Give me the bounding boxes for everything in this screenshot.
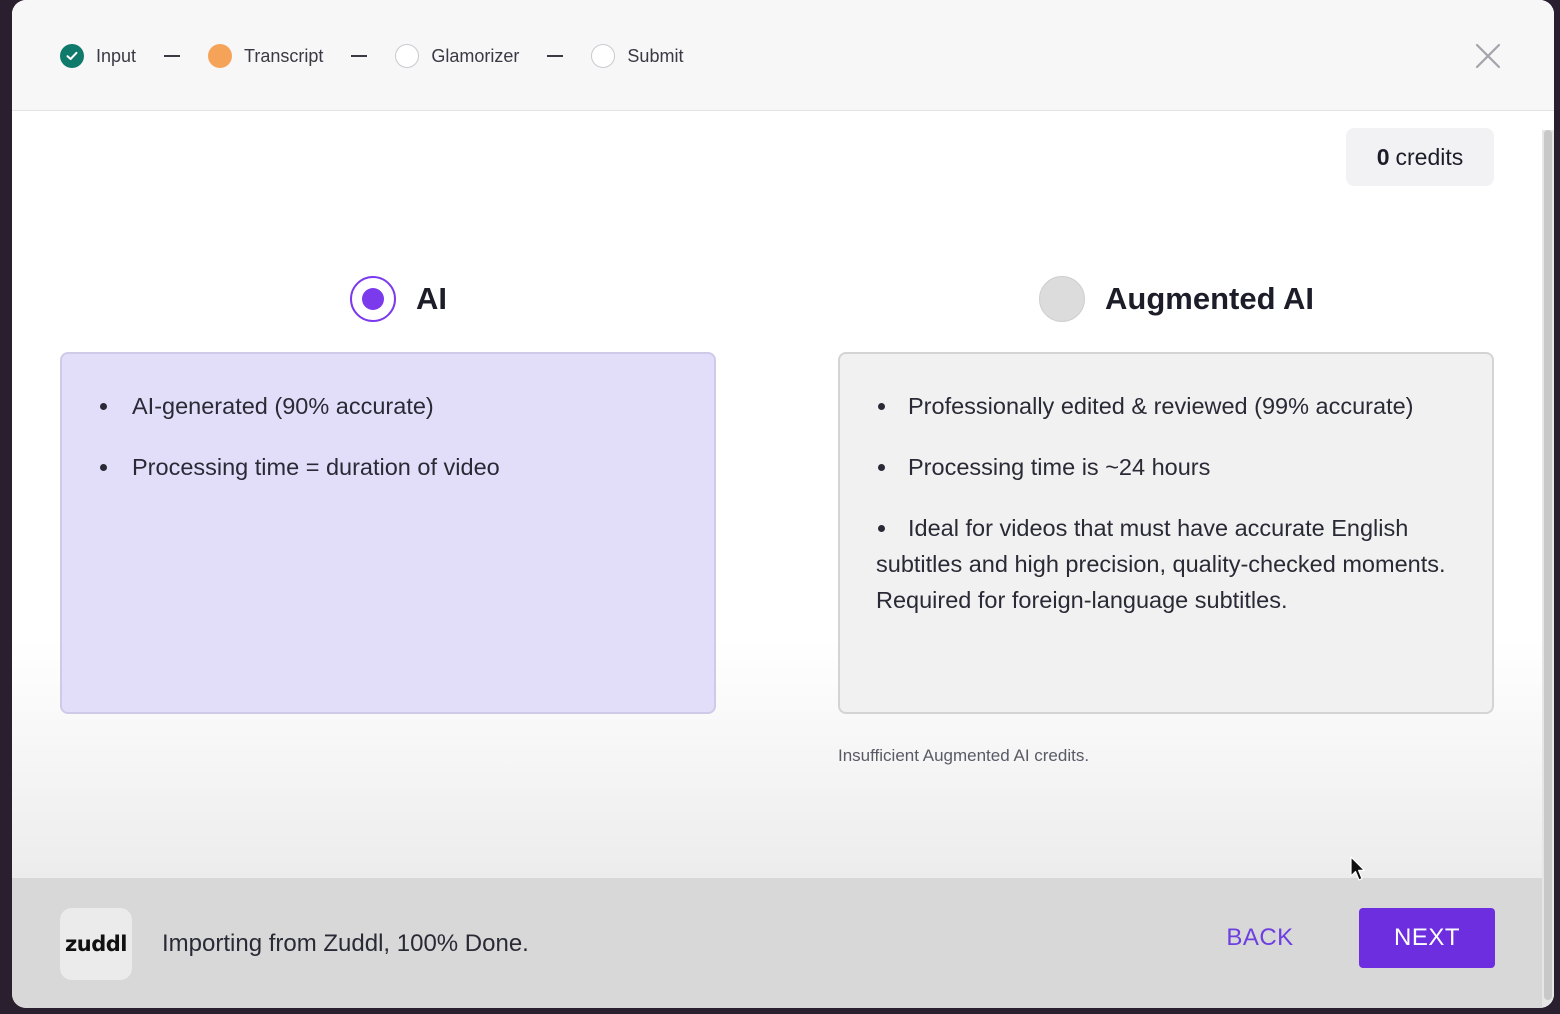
check-icon xyxy=(60,44,84,68)
step-separator xyxy=(547,55,564,57)
augmented-ai-radio[interactable] xyxy=(1039,276,1085,322)
modal-header: Input Transcript Glamorizer Submit xyxy=(12,0,1554,111)
list-item: Ideal for videos that must have accurate… xyxy=(876,510,1462,618)
augmented-ai-option-label: Augmented AI xyxy=(1105,281,1314,316)
option-ai[interactable]: AI xyxy=(350,276,447,322)
step-label: Glamorizer xyxy=(431,45,520,66)
step-glamorizer[interactable]: Glamorizer xyxy=(395,44,519,68)
transcript-modal: Input Transcript Glamorizer Submit 0 cre… xyxy=(12,0,1554,1008)
step-label: Input xyxy=(96,45,137,66)
close-button[interactable] xyxy=(1472,40,1504,72)
scroll-thumb[interactable] xyxy=(1544,130,1552,1000)
ai-option-card[interactable]: AI-generated (90% accurate) Processing t… xyxy=(60,352,716,714)
progress-stepper: Input Transcript Glamorizer Submit xyxy=(60,42,683,70)
augmented-features-list: Professionally edited & reviewed (99% ac… xyxy=(876,388,1462,618)
pending-step-icon xyxy=(395,44,420,68)
step-separator xyxy=(164,55,181,57)
ai-option-label: AI xyxy=(416,281,447,316)
modal-footer: zuddl Importing from Zuddl, 100% Done. B… xyxy=(12,878,1554,1008)
back-button[interactable]: BACK xyxy=(1212,908,1308,968)
step-input[interactable]: Input xyxy=(60,44,136,68)
step-submit[interactable]: Submit xyxy=(591,44,683,68)
ai-features-list: AI-generated (90% accurate) Processing t… xyxy=(98,388,684,485)
option-augmented-ai[interactable]: Augmented AI xyxy=(1039,276,1314,322)
list-item: Processing time = duration of video xyxy=(98,449,684,485)
zuddl-logo: zuddl xyxy=(60,908,132,980)
scrollbar[interactable] xyxy=(1542,130,1554,1008)
step-label: Submit xyxy=(627,45,684,66)
insufficient-credits-note: Insufficient Augmented AI credits. xyxy=(838,746,1090,765)
mouse-cursor-icon xyxy=(1350,856,1366,881)
next-button[interactable]: NEXT xyxy=(1359,908,1495,968)
radio-selected-icon xyxy=(362,288,384,310)
step-transcript[interactable]: Transcript xyxy=(208,44,323,68)
pending-step-icon xyxy=(591,44,616,68)
augmented-ai-option-card[interactable]: Professionally edited & reviewed (99% ac… xyxy=(838,352,1494,714)
active-step-icon xyxy=(208,44,233,68)
credits-count: 0 xyxy=(1376,143,1390,170)
list-item: Professionally edited & reviewed (99% ac… xyxy=(876,388,1462,424)
ai-radio[interactable] xyxy=(350,276,396,322)
step-label: Transcript xyxy=(244,45,324,66)
list-item: Processing time is ~24 hours xyxy=(876,449,1462,485)
credits-unit: credits xyxy=(1395,143,1464,170)
step-separator xyxy=(351,55,368,57)
credits-badge: 0 credits xyxy=(1346,128,1494,186)
close-icon xyxy=(1475,43,1501,69)
list-item: AI-generated (90% accurate) xyxy=(98,388,684,424)
import-status: Importing from Zuddl, 100% Done. xyxy=(162,930,529,957)
